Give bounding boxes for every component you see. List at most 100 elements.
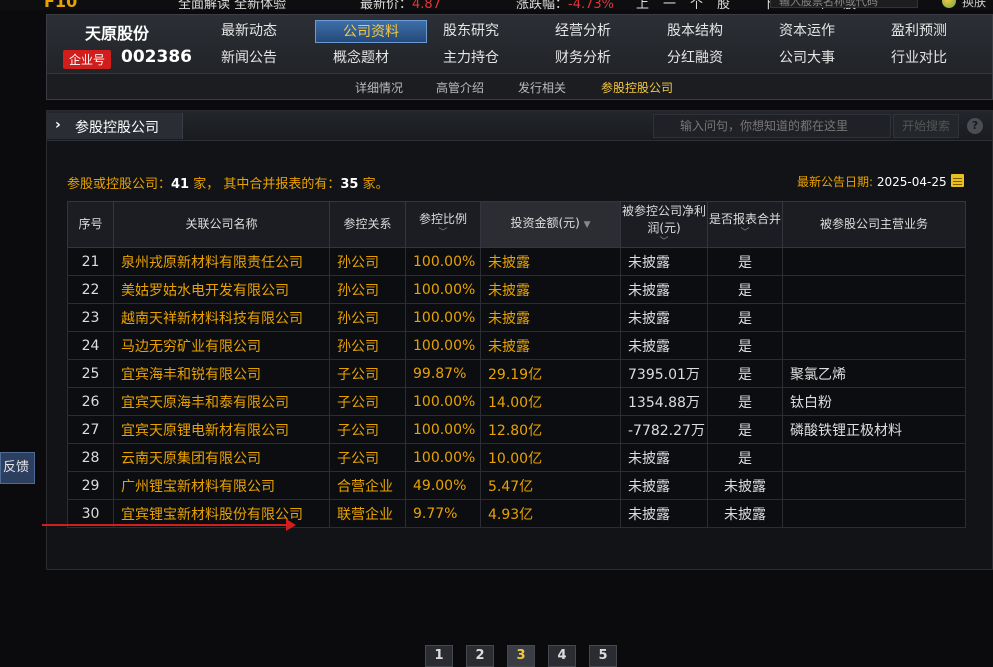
col-consolidated[interactable]: 是否报表合并 ﹀ bbox=[707, 201, 783, 248]
nav-latest[interactable]: 最新动态 bbox=[193, 20, 305, 43]
col-investment[interactable]: 投资金额(元) ▼ bbox=[480, 201, 621, 248]
cell-profit: 未披露 bbox=[620, 471, 708, 500]
cell-pct: 100.00% bbox=[405, 303, 481, 332]
nav-company-info[interactable]: 公司资料 bbox=[315, 20, 427, 43]
ask-input[interactable]: 输入问句，你想知道的都在这里 bbox=[653, 114, 891, 138]
skin-label[interactable]: 换肤 bbox=[962, 0, 986, 10]
cell-rel: 合营企业 bbox=[329, 471, 406, 500]
annotation-arrowhead bbox=[286, 519, 296, 531]
cell-idx: 24 bbox=[67, 331, 114, 360]
cell-name[interactable]: 广州锂宝新材料有限公司 bbox=[113, 471, 330, 500]
stock-search-input[interactable]: 输入股票名称或代码 bbox=[770, 0, 918, 8]
page-1-button[interactable]: 1 bbox=[425, 645, 453, 667]
cell-profit: 未披露 bbox=[620, 247, 708, 276]
nav-events[interactable]: 公司大事 bbox=[751, 47, 863, 70]
nav-dividends[interactable]: 分红融资 bbox=[639, 47, 751, 70]
cell-biz: 磷酸铁锂正极材料 bbox=[782, 415, 966, 444]
subnav-issuance[interactable]: 发行相关 bbox=[518, 79, 566, 96]
nav-concepts[interactable]: 概念题材 bbox=[305, 47, 417, 70]
cell-pct: 100.00% bbox=[405, 387, 481, 416]
tagline: 全面解读 全新体验 bbox=[178, 0, 287, 10]
nav-main-holdings[interactable]: 主力持仓 bbox=[415, 47, 527, 70]
table-row: 25 宜宾海丰和锐有限公司 子公司 99.87% 29.19亿 7395.01万是聚氯乙烯 bbox=[67, 359, 966, 388]
cell-biz: 钛白粉 bbox=[782, 387, 966, 416]
cell-rel: 孙公司 bbox=[329, 331, 406, 360]
cell-rel: 子公司 bbox=[329, 359, 406, 388]
brand-logo: F10 bbox=[44, 0, 78, 10]
cell-profit: 未披露 bbox=[620, 443, 708, 472]
cell-biz bbox=[782, 499, 966, 528]
cell-amt: 14.00亿 bbox=[480, 387, 621, 416]
nav-forecast[interactable]: 盈利预测 bbox=[863, 20, 975, 43]
cell-pct: 99.87% bbox=[405, 359, 481, 388]
holdings-section: › 参股控股公司 输入问句，你想知道的都在这里 开始搜索 ? 参股或控股公司：4… bbox=[46, 110, 993, 667]
col-net-profit[interactable]: 被参控公司净利润(元) ﹀ bbox=[620, 201, 708, 248]
help-icon[interactable]: ? bbox=[967, 118, 983, 134]
cell-name[interactable]: 宜宾天原海丰和泰有限公司 bbox=[113, 387, 330, 416]
sub-navigation: 详细情况 高管介绍 发行相关 参股控股公司 bbox=[47, 73, 992, 99]
cell-pct: 100.00% bbox=[405, 415, 481, 444]
cell-profit: 1354.88万 bbox=[620, 387, 708, 416]
chevron-right-icon: › bbox=[55, 117, 61, 133]
section-tab: › 参股控股公司 bbox=[47, 113, 183, 139]
cell-name[interactable]: 宜宾海丰和锐有限公司 bbox=[113, 359, 330, 388]
cell-name[interactable]: 马边无穷矿业有限公司 bbox=[113, 331, 330, 360]
skin-icon[interactable] bbox=[942, 0, 956, 8]
col-ratio[interactable]: 参控比例 ﹀ bbox=[405, 201, 481, 248]
cell-rel: 孙公司 bbox=[329, 303, 406, 332]
feedback-tab[interactable]: 反馈 bbox=[0, 452, 35, 484]
nav-financial[interactable]: 财务分析 bbox=[527, 47, 639, 70]
nav-news[interactable]: 新闻公告 bbox=[193, 47, 305, 70]
cell-name[interactable]: 泉州戎原新材料有限责任公司 bbox=[113, 247, 330, 276]
annotation-arrow bbox=[42, 524, 290, 526]
corp-badge[interactable]: 企业号 bbox=[63, 50, 112, 69]
page-3-button[interactable]: 3 bbox=[507, 645, 535, 667]
ask-search-button[interactable]: 开始搜索 bbox=[893, 114, 959, 138]
holdings-table: 序号 关联公司名称 参控关系 参控比例 ﹀ 投资金额(元) ▼ 被参控公司净利润(… bbox=[67, 201, 966, 528]
cell-biz bbox=[782, 443, 966, 472]
cell-rel: 孙公司 bbox=[329, 275, 406, 304]
stock-identity: 天原股份 企业号 002386 bbox=[47, 15, 193, 73]
cell-idx: 23 bbox=[67, 303, 114, 332]
page-4-button[interactable]: 4 bbox=[548, 645, 576, 667]
nav-operations[interactable]: 经营分析 bbox=[527, 20, 639, 43]
nav-shareholder[interactable]: 股东研究 bbox=[415, 20, 527, 43]
cell-amt: 未披露 bbox=[480, 331, 621, 360]
cell-name[interactable]: 越南天祥新材料科技有限公司 bbox=[113, 303, 330, 332]
cell-idx: 25 bbox=[67, 359, 114, 388]
table-row: 24 马边无穷矿业有限公司 孙公司 100.00% 未披露 未披露是 bbox=[67, 331, 966, 360]
page-2-button[interactable]: 2 bbox=[466, 645, 494, 667]
cell-idx: 26 bbox=[67, 387, 114, 416]
cell-pct: 9.77% bbox=[405, 499, 481, 528]
sort-icon: ﹀ bbox=[659, 236, 669, 247]
calendar-icon[interactable] bbox=[951, 174, 964, 187]
cell-amt: 29.19亿 bbox=[480, 359, 621, 388]
cell-pct: 100.00% bbox=[405, 443, 481, 472]
cell-amt: 10.00亿 bbox=[480, 443, 621, 472]
cell-amt: 未披露 bbox=[480, 247, 621, 276]
cell-cons: 是 bbox=[707, 387, 783, 416]
page-5-button[interactable]: 5 bbox=[589, 645, 617, 667]
cell-amt: 12.80亿 bbox=[480, 415, 621, 444]
cell-name[interactable]: 云南天原集团有限公司 bbox=[113, 443, 330, 472]
nav-capital-structure[interactable]: 股本结构 bbox=[639, 20, 751, 43]
subnav-details[interactable]: 详细情况 bbox=[355, 79, 403, 96]
subnav-holdings[interactable]: 参股控股公司 bbox=[601, 79, 673, 96]
nav-industry[interactable]: 行业对比 bbox=[863, 47, 975, 70]
cell-biz bbox=[782, 471, 966, 500]
latest-announcement-date: 最新公告日期: 2025-04-25 bbox=[797, 175, 947, 189]
stock-header: 天原股份 企业号 002386 最新动态 公司资料 股东研究 经营分析 股本结构… bbox=[46, 14, 993, 100]
table-row: 28 云南天原集团有限公司 子公司 100.00% 10.00亿 未披露是 bbox=[67, 443, 966, 472]
table-row: 22 美姑罗姑水电开发有限公司 孙公司 100.00% 未披露 未披露是 bbox=[67, 275, 966, 304]
cell-name[interactable]: 美姑罗姑水电开发有限公司 bbox=[113, 275, 330, 304]
cell-biz: 聚氯乙烯 bbox=[782, 359, 966, 388]
cell-name[interactable]: 宜宾天原锂电新材有限公司 bbox=[113, 415, 330, 444]
cell-rel: 子公司 bbox=[329, 387, 406, 416]
cell-pct: 100.00% bbox=[405, 331, 481, 360]
nav-capital-ops[interactable]: 资本运作 bbox=[751, 20, 863, 43]
holdings-summary: 参股或控股公司：41 家， 其中合并报表的有：35 家。 bbox=[67, 177, 389, 192]
cell-amt: 5.47亿 bbox=[480, 471, 621, 500]
subnav-executives[interactable]: 高管介绍 bbox=[436, 79, 484, 96]
sort-icon: ﹀ bbox=[740, 228, 750, 238]
col-relation: 参控关系 bbox=[329, 201, 406, 248]
